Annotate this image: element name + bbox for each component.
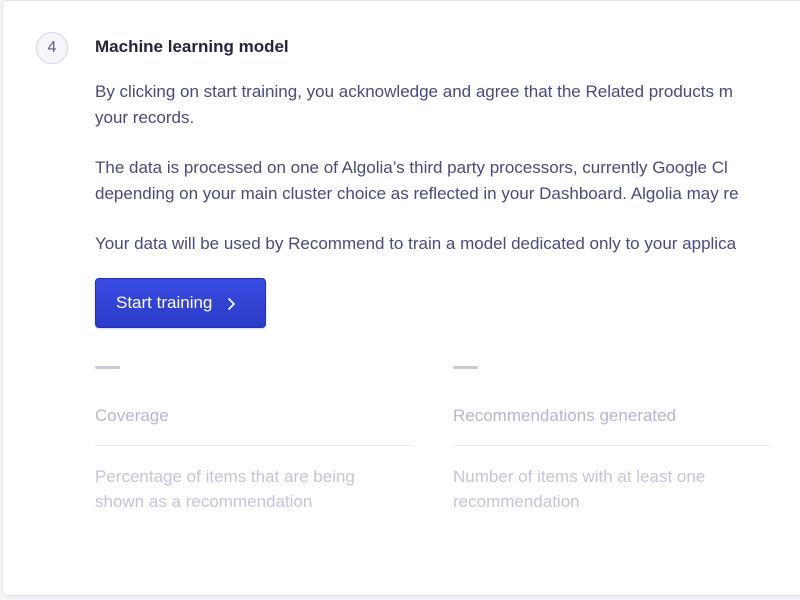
paragraph-line: The data is processed on one of Algolia’… <box>95 158 728 177</box>
training-card: 4 Machine learning model By clicking on … <box>2 0 800 596</box>
metric-empty-value <box>95 366 120 369</box>
paragraph-line: Your data will be used by Recommend to t… <box>95 234 737 253</box>
metric-divider <box>95 445 413 446</box>
paragraph-line: By clicking on start training, you ackno… <box>95 82 733 101</box>
paragraph-line: depending on your main cluster choice as… <box>95 184 739 203</box>
metric-label: Recommendations generated <box>453 406 677 425</box>
coverage-metric: Coverage Percentage of items that are be… <box>95 366 413 514</box>
acknowledgement-paragraph: By clicking on start training, you ackno… <box>95 79 800 131</box>
data-usage-paragraph: Your data will be used by Recommend to t… <box>95 231 800 257</box>
start-training-button[interactable]: Start training <box>95 278 266 328</box>
section-title: Machine learning model <box>95 37 289 56</box>
start-training-label: Start training <box>116 293 213 312</box>
metric-description-line: Percentage of items that are being <box>95 467 355 486</box>
metric-description: Percentage of items that are being shown… <box>95 464 413 514</box>
metric-description-line: Number of items with at least one <box>453 467 706 486</box>
metric-label: Coverage <box>95 406 169 425</box>
metric-empty-value <box>453 366 478 369</box>
step-number-badge: 4 <box>36 32 68 64</box>
metric-description-line: recommendation <box>453 492 580 511</box>
chevron-right-icon <box>226 296 238 310</box>
data-processing-paragraph: The data is processed on one of Algolia’… <box>95 155 800 207</box>
metric-description-line: shown as a recommendation <box>95 492 313 511</box>
metric-divider <box>453 445 771 446</box>
paragraph-line: your records. <box>95 108 195 127</box>
recommendations-generated-metric: Recommendations generated Number of item… <box>453 366 771 514</box>
metric-description: Number of items with at least one recomm… <box>453 464 771 514</box>
